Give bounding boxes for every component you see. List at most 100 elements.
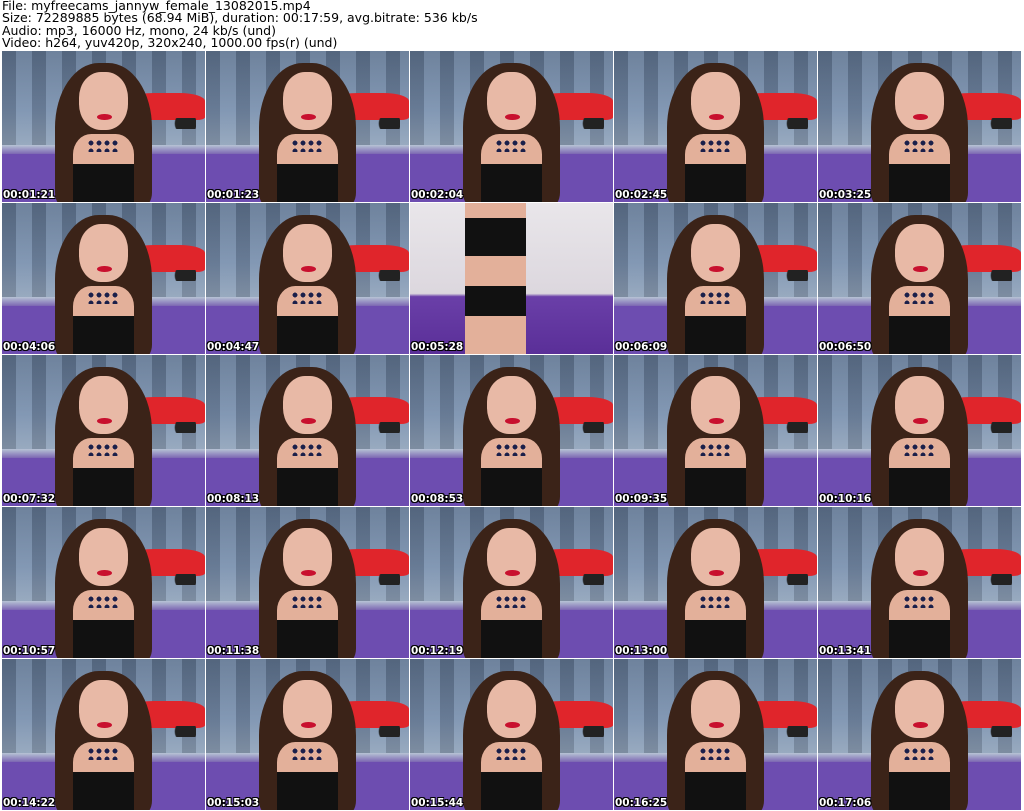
frame-top	[889, 164, 950, 202]
frame-top	[685, 468, 746, 506]
timestamp: 00:04:47	[207, 341, 260, 353]
frame-necklace	[699, 138, 732, 153]
frame-necklace	[87, 290, 120, 305]
frame-top	[685, 164, 746, 202]
frame-face	[895, 376, 944, 434]
timestamp: 00:01:21	[3, 189, 56, 201]
video-thumbnail: 00:11:38	[206, 507, 409, 658]
frame-face	[895, 528, 944, 586]
video-thumbnail: 00:17:06	[818, 659, 1021, 810]
frame-face	[691, 528, 740, 586]
frame-top	[73, 620, 134, 658]
frame-face	[895, 680, 944, 738]
frame-top	[685, 772, 746, 810]
frame-necklace	[495, 594, 528, 609]
timestamp: 00:12:19	[411, 645, 464, 657]
video-thumbnail: 00:15:44	[410, 659, 613, 810]
timestamp: 00:10:57	[3, 645, 56, 657]
video-thumbnail: 00:15:03	[206, 659, 409, 810]
frame-top	[889, 316, 950, 354]
thumbnail-grid: 00:01:21 00:01:23 00:02:04 00:02:45 00:03:25…	[2, 51, 1021, 810]
timestamp: 00:17:06	[819, 797, 872, 809]
timestamp: 00:02:04	[411, 189, 464, 201]
video-thumbnail: 00:10:57	[2, 507, 205, 658]
frame-necklace	[699, 442, 732, 457]
frame-top	[73, 316, 134, 354]
frame-top	[277, 316, 338, 354]
video-thumbnail: 00:06:09	[614, 203, 817, 354]
video-thumbnail: 00:04:06	[2, 203, 205, 354]
video-thumbnail: 00:08:13	[206, 355, 409, 506]
video-thumbnail: 00:06:50	[818, 203, 1021, 354]
video-thumbnail: 00:14:22	[2, 659, 205, 810]
frame-necklace	[699, 290, 732, 305]
frame-top	[685, 316, 746, 354]
video-thumbnail: 00:05:28	[410, 203, 613, 354]
frame-top	[481, 468, 542, 506]
timestamp: 00:04:06	[3, 341, 56, 353]
frame-face	[487, 528, 536, 586]
frame-face	[487, 376, 536, 434]
timestamp: 00:05:28	[411, 341, 464, 353]
timestamp: 00:08:13	[207, 493, 260, 505]
frame-necklace	[291, 594, 324, 609]
timestamp: 00:01:23	[207, 189, 260, 201]
frame-face	[79, 224, 128, 282]
frame-necklace	[495, 138, 528, 153]
timestamp: 00:11:38	[207, 645, 260, 657]
video-thumbnail: 00:16:25	[614, 659, 817, 810]
frame-necklace	[699, 594, 732, 609]
frame-figure	[464, 203, 526, 354]
frame-top	[73, 468, 134, 506]
timestamp: 00:10:16	[819, 493, 872, 505]
frame-face	[283, 224, 332, 282]
frame-face	[895, 224, 944, 282]
video-thumbnail: 00:12:19	[410, 507, 613, 658]
frame-face	[691, 224, 740, 282]
frame-necklace	[903, 746, 936, 761]
frame-necklace	[291, 138, 324, 153]
frame-top	[277, 468, 338, 506]
timestamp: 00:15:03	[207, 797, 260, 809]
frame-top	[889, 468, 950, 506]
frame-face	[487, 72, 536, 130]
frame-top	[277, 772, 338, 810]
frame-top	[73, 164, 134, 202]
timestamp: 00:03:25	[819, 189, 872, 201]
video-thumbnail: 00:01:23	[206, 51, 409, 202]
frame-top	[481, 164, 542, 202]
frame-top	[277, 620, 338, 658]
video-thumbnail: 00:13:41	[818, 507, 1021, 658]
video-thumbnail: 00:09:35	[614, 355, 817, 506]
timestamp: 00:02:45	[615, 189, 668, 201]
video-info: Video: h264, yuv420p, 320x240, 1000.00 f…	[2, 35, 338, 51]
timestamp: 00:08:53	[411, 493, 464, 505]
frame-necklace	[903, 290, 936, 305]
frame-face	[283, 680, 332, 738]
timestamp: 00:16:25	[615, 797, 668, 809]
video-thumbnail: 00:03:25	[818, 51, 1021, 202]
frame-necklace	[291, 290, 324, 305]
frame-top	[481, 772, 542, 810]
frame-face	[283, 72, 332, 130]
video-thumbnail: 00:07:32	[2, 355, 205, 506]
video-thumbnail: 00:02:04	[410, 51, 613, 202]
frame-necklace	[495, 442, 528, 457]
frame-necklace	[87, 746, 120, 761]
frame-necklace	[87, 442, 120, 457]
frame-necklace	[291, 442, 324, 457]
timestamp: 00:14:22	[3, 797, 56, 809]
frame-top	[277, 164, 338, 202]
frame-face	[283, 376, 332, 434]
video-thumbnail: 00:08:53	[410, 355, 613, 506]
frame-necklace	[87, 138, 120, 153]
file-info: File: myfreecams_jannyw_female_13082015.…	[2, 0, 478, 50]
frame-face	[895, 72, 944, 130]
frame-face	[691, 72, 740, 130]
frame-necklace	[699, 746, 732, 761]
frame-necklace	[903, 442, 936, 457]
video-thumbnail: 00:10:16	[818, 355, 1021, 506]
frame-necklace	[87, 594, 120, 609]
video-thumbnail: 00:02:45	[614, 51, 817, 202]
frame-face	[487, 680, 536, 738]
